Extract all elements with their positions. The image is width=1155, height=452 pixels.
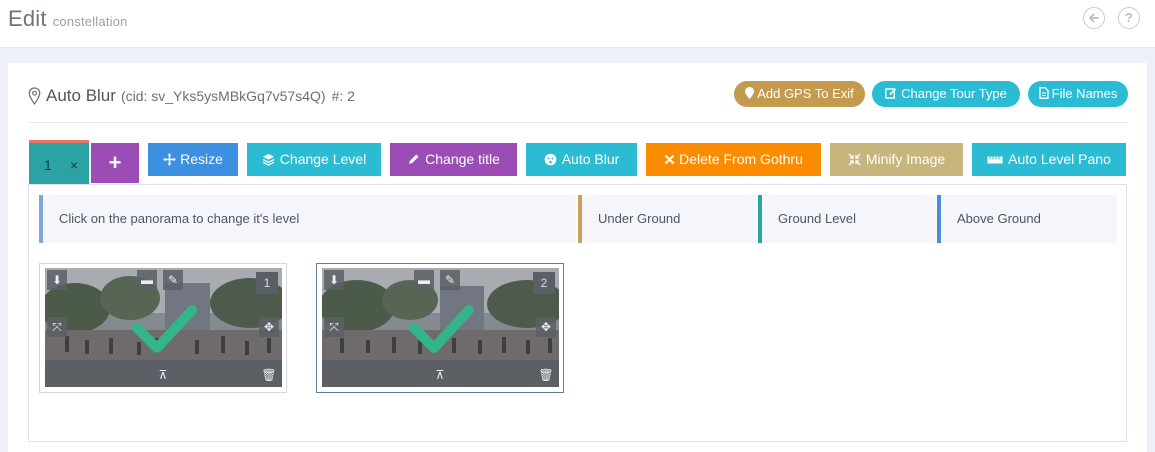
- header-divider: [28, 122, 1128, 123]
- minify-image-button[interactable]: Minify Image: [830, 143, 963, 176]
- move-icon[interactable]: ✥: [259, 317, 279, 337]
- change-title-label: Change title: [425, 151, 500, 167]
- info-message: Click on the panorama to change it's lev…: [39, 195, 576, 243]
- change-level-label: Change Level: [279, 151, 367, 167]
- resize-label: Resize: [180, 151, 223, 167]
- page-title: Edit constellation: [8, 6, 128, 32]
- move-icon[interactable]: ✥: [536, 317, 556, 337]
- compress-icon[interactable]: ⤧: [324, 317, 344, 337]
- top-bar: Edit constellation ?: [0, 0, 1155, 48]
- cid-label: (cid: sv_Yks5ysMBkGq7v57s4Q): [120, 88, 326, 104]
- back-icon[interactable]: [1083, 7, 1105, 29]
- auto-blur-label: Auto Blur: [561, 151, 620, 167]
- auto-level-pano-label: Auto Level Pano: [1008, 151, 1111, 167]
- compress-icon: [848, 153, 861, 166]
- main-card: Auto Blur (cid: sv_Yks5ysMBkGq7v57s4Q) #…: [8, 63, 1147, 452]
- ruler-icon[interactable]: ▬: [137, 270, 157, 290]
- change-tour-type-button[interactable]: Change Tour Type: [872, 81, 1020, 107]
- panorama-tab-1[interactable]: 1 ×: [29, 140, 89, 184]
- change-tour-type-label: Change Tour Type: [901, 86, 1007, 101]
- minify-image-label: Minify Image: [865, 151, 946, 167]
- file-icon: [1038, 87, 1049, 99]
- edit-icon[interactable]: ✎: [440, 270, 460, 290]
- change-level-button[interactable]: Change Level: [247, 143, 381, 176]
- level-icon[interactable]: ⊼: [153, 365, 173, 385]
- thumbnail-number: 1: [256, 272, 278, 294]
- add-gps-label: Add GPS To Exif: [757, 86, 854, 101]
- panorama-thumbnail[interactable]: ⬇ ▬ ✎ ⤧ ✥ ⊼ 🗑 2: [316, 263, 564, 393]
- map-pin-icon: [28, 87, 41, 105]
- resize-button[interactable]: Resize: [148, 143, 238, 176]
- pencil-icon: [409, 154, 419, 164]
- trash-icon[interactable]: 🗑: [536, 365, 556, 385]
- arrow-left-icon: [1089, 13, 1099, 23]
- add-gps-button[interactable]: Add GPS To Exif: [734, 81, 865, 107]
- download-icon[interactable]: ⬇: [47, 270, 67, 290]
- panorama-image[interactable]: ⬇ ▬ ✎ ⤧ ✥ ⊼ 🗑 2: [322, 268, 559, 387]
- thumbnail-number: 2: [533, 272, 555, 294]
- change-title-button[interactable]: Change title: [390, 143, 517, 176]
- panorama-title: Auto Blur: [46, 86, 116, 105]
- face-blur-icon: [544, 153, 557, 166]
- panorama-image[interactable]: ⬇ ▬ ✎ ⤧ ✥ ⊼ 🗑 1: [45, 268, 282, 387]
- file-names-label: File Names: [1051, 86, 1118, 101]
- ruler-icon: [987, 156, 1003, 164]
- times-icon: [664, 154, 675, 165]
- level-ground[interactable]: Ground Level: [758, 195, 936, 243]
- level-under-ground[interactable]: Under Ground: [578, 195, 756, 243]
- edit-icon[interactable]: ✎: [163, 270, 183, 290]
- file-names-button[interactable]: File Names: [1028, 81, 1128, 107]
- page-subtitle: constellation: [52, 14, 128, 29]
- add-tab-button[interactable]: +: [91, 143, 139, 183]
- move-arrows-icon: [163, 153, 176, 166]
- tab-label: 1: [44, 157, 52, 173]
- layers-icon: [262, 154, 275, 166]
- level-above-ground[interactable]: Above Ground: [937, 195, 1117, 243]
- trash-icon[interactable]: 🗑: [259, 365, 279, 385]
- panorama-header: Auto Blur (cid: sv_Yks5ysMBkGq7v57s4Q) #…: [28, 83, 355, 109]
- count-label: #: 2: [331, 88, 355, 104]
- compress-icon[interactable]: ⤧: [47, 317, 67, 337]
- page-title-text: Edit: [8, 6, 47, 31]
- map-marker-icon: [745, 87, 755, 99]
- panorama-thumbnail[interactable]: ⬇ ▬ ✎ ⤧ ✥ ⊼ 🗑 1: [39, 263, 287, 393]
- download-icon[interactable]: ⬇: [324, 270, 344, 290]
- ruler-icon[interactable]: ▬: [414, 270, 434, 290]
- auto-level-pano-button[interactable]: Auto Level Pano: [972, 143, 1126, 176]
- help-icon[interactable]: ?: [1118, 7, 1140, 29]
- tab-close-icon[interactable]: ×: [70, 157, 78, 173]
- delete-from-gothru-label: Delete From Gothru: [679, 151, 803, 167]
- edit-square-icon: [885, 88, 897, 99]
- level-panel: Click on the panorama to change it's lev…: [28, 184, 1127, 442]
- delete-from-gothru-button[interactable]: Delete From Gothru: [646, 143, 821, 176]
- auto-blur-button[interactable]: Auto Blur: [526, 143, 637, 176]
- level-icon[interactable]: ⊼: [430, 365, 450, 385]
